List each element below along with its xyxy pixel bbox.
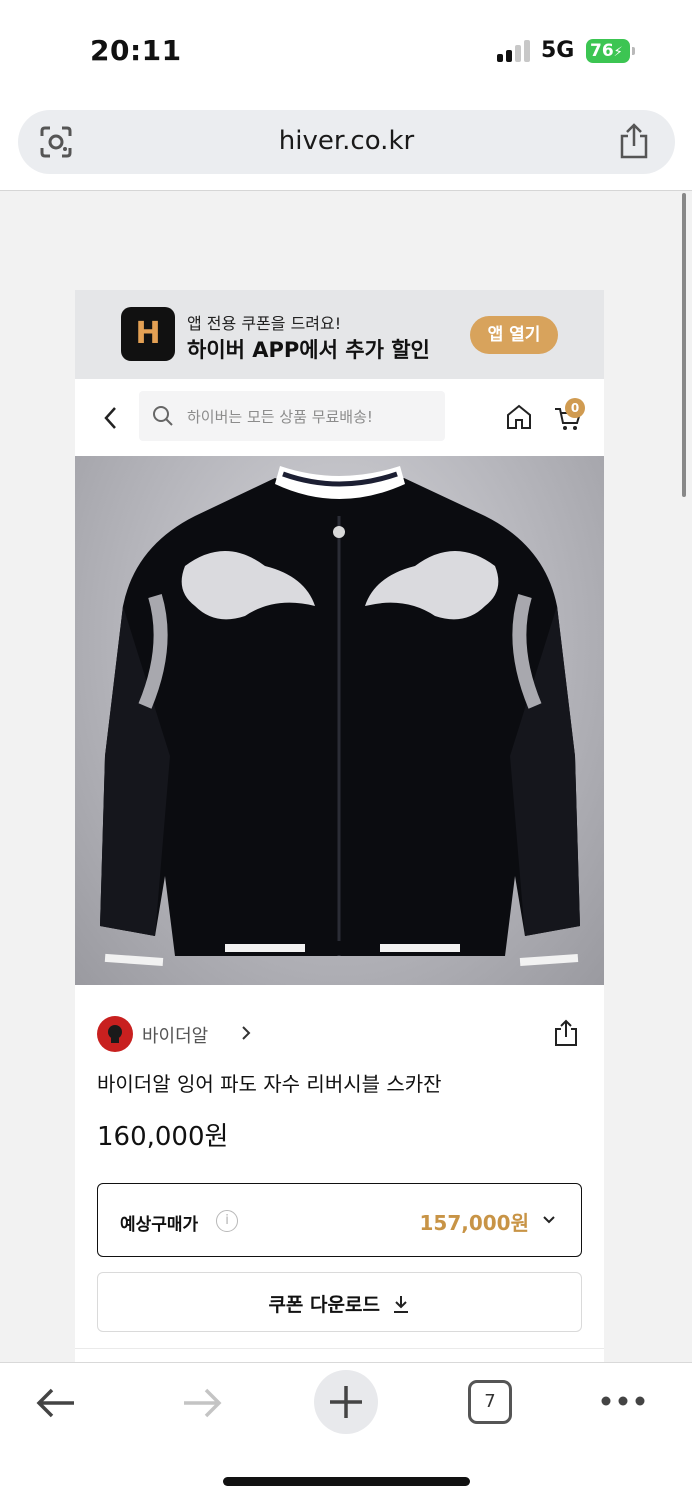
brand-logo [97, 1016, 133, 1052]
cart-count-badge: 0 [565, 398, 585, 418]
app-promo-banner[interactable]: H 앱 전용 쿠폰을 드려요! 하이버 APP에서 추가 할인 앱 열기 [75, 290, 604, 379]
jacket-photo [100, 466, 580, 967]
coupon-download-button[interactable]: 쿠폰 다운로드 [97, 1272, 582, 1332]
product-title: 바이더알 잉어 파도 자수 리버시블 스카잔 [97, 1072, 442, 1096]
banner-subtitle: 앱 전용 쿠폰을 드려요! [187, 314, 342, 333]
tabs-button[interactable]: 7 [468, 1380, 512, 1424]
status-bar: 20:11 5G 76⚡ [0, 0, 692, 100]
download-icon [393, 1296, 408, 1313]
back-icon[interactable] [97, 401, 125, 435]
share-icon[interactable] [553, 1018, 579, 1048]
address-bar[interactable]: hiver.co.kr [18, 110, 675, 174]
expected-price-label: 예상구매가 [120, 1215, 199, 1235]
info-icon[interactable]: i [216, 1210, 238, 1232]
search-icon [153, 406, 173, 426]
browser-toolbar: 7 [0, 1362, 692, 1500]
url-text[interactable]: hiver.co.kr [18, 126, 675, 156]
forward-arrow-icon[interactable] [180, 1385, 224, 1421]
signal-icon [497, 40, 533, 62]
more-icon[interactable] [600, 1393, 646, 1409]
divider [75, 1348, 604, 1349]
share-icon[interactable] [617, 122, 651, 160]
scrollbar[interactable] [682, 193, 686, 497]
network-type: 5G [541, 38, 575, 63]
product-price: 160,000원 [97, 1122, 229, 1152]
brand-row[interactable]: 바이더알 [97, 1016, 579, 1052]
banner-title: 하이버 APP에서 추가 할인 [187, 338, 430, 362]
back-arrow-icon[interactable] [34, 1385, 78, 1421]
search-placeholder: 하이버는 모든 상품 무료배송! [187, 408, 373, 426]
coupon-download-text: 쿠폰 다운로드 [268, 1294, 380, 1316]
chevron-right-icon [242, 1026, 251, 1040]
expected-price-value: 157,000원 [419, 1211, 530, 1235]
mobile-web-frame: H 앱 전용 쿠폰을 드려요! 하이버 APP에서 추가 할인 앱 열기 하이버… [75, 290, 604, 1362]
brand-name[interactable]: 바이더알 [142, 1022, 208, 1048]
expected-price-dropdown[interactable]: 예상구매가 i 157,000원 [97, 1183, 582, 1257]
open-app-button[interactable]: 앱 열기 [470, 316, 558, 354]
coupon-download-label: 쿠폰 다운로드 [98, 1290, 581, 1317]
home-icon[interactable] [505, 403, 533, 431]
app-logo: H [121, 307, 175, 361]
product-image[interactable] [75, 456, 604, 985]
status-time: 20:11 [90, 34, 182, 67]
battery-icon: 76⚡ [586, 39, 635, 63]
new-tab-button[interactable] [314, 1370, 378, 1434]
battery-level: 76 [590, 41, 614, 61]
home-indicator[interactable] [223, 1477, 470, 1486]
plus-icon [330, 1386, 362, 1418]
chevron-down-icon [543, 1216, 555, 1224]
shop-header: 하이버는 모든 상품 무료배송! 0 [75, 379, 604, 457]
search-input[interactable]: 하이버는 모든 상품 무료배송! [139, 391, 445, 441]
